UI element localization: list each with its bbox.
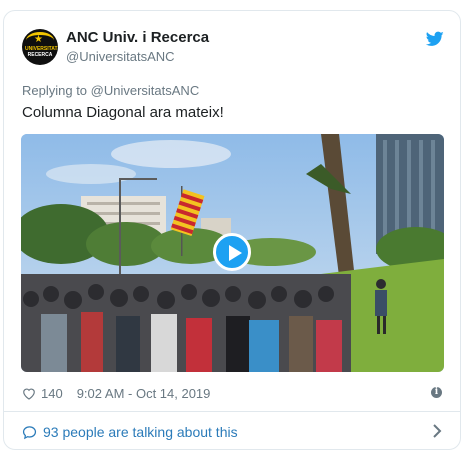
chevron-right-icon[interactable]: [432, 423, 442, 439]
account-name[interactable]: ANC Univ. i Recerca: [66, 29, 209, 46]
like-count[interactable]: 140: [41, 386, 63, 401]
speech-bubble-icon: [22, 425, 37, 439]
tweet-card: ★ UNIVERSITATS RECERCA ANC Univ. i Recer…: [3, 10, 461, 450]
account-handle[interactable]: @UniversitatsANC: [66, 49, 175, 64]
replying-to[interactable]: Replying to @UniversitatsANC: [22, 83, 199, 98]
heart-icon[interactable]: [22, 387, 36, 400]
star-icon: ★: [34, 34, 43, 45]
avatar-label-bottom: RECERCA: [27, 52, 53, 58]
video-thumbnail[interactable]: [21, 134, 444, 372]
conversation-link[interactable]: 93 people are talking about this: [22, 421, 446, 443]
tweet-header: ★ UNIVERSITATS RECERCA ANC Univ. i Recer…: [22, 29, 446, 73]
tweet-meta: 140 9:02 AM - Oct 14, 2019: [22, 383, 210, 403]
twitter-bird-icon[interactable]: [426, 31, 444, 47]
play-button[interactable]: [213, 233, 251, 271]
tweet-text: Columna Diagonal ara mateix!: [22, 104, 224, 121]
divider: [4, 411, 460, 412]
info-icon[interactable]: i: [431, 387, 442, 398]
conversation-count[interactable]: 93 people are talking about this: [43, 424, 238, 440]
avatar[interactable]: ★ UNIVERSITATS RECERCA: [22, 29, 58, 65]
timestamp[interactable]: 9:02 AM - Oct 14, 2019: [77, 386, 211, 401]
